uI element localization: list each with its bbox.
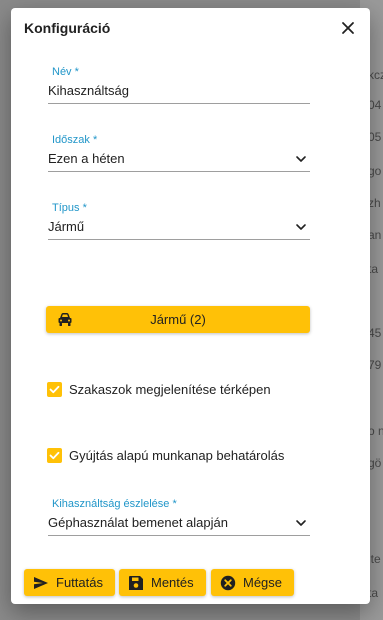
background-text: o n: [368, 424, 383, 438]
dialog-title: Konfiguráció: [24, 20, 111, 36]
checkbox-checked[interactable]: [47, 448, 62, 463]
background-text: 04: [368, 98, 382, 112]
type-underline: [48, 239, 310, 240]
name-underline: [48, 103, 310, 104]
period-value[interactable]: Ezen a héten: [48, 151, 288, 166]
background-text: 05: [368, 130, 382, 144]
detection-label: Kihasználtság észlelése *: [52, 498, 177, 510]
background-text: gö: [368, 456, 382, 470]
detection-underline: [48, 535, 310, 536]
run-button[interactable]: Futtatás: [24, 569, 115, 596]
show-sections-checkbox[interactable]: Szakaszok megjelenítése térképen: [47, 381, 347, 399]
cancel-icon: [220, 575, 236, 591]
save-icon: [129, 576, 143, 590]
background-text: go: [368, 164, 382, 178]
cancel-button-label: Mégse: [243, 575, 283, 590]
name-input[interactable]: Kihasználtság: [48, 83, 288, 98]
background-text: an: [368, 228, 382, 242]
ignition-workday-checkbox[interactable]: Gyújtás alapú munkanap behatárolás: [47, 447, 347, 465]
save-button-label: Mentés: [151, 575, 194, 590]
checkmark-icon: [49, 385, 60, 394]
save-button[interactable]: Mentés: [119, 569, 206, 596]
chevron-down-icon[interactable]: [295, 518, 307, 528]
vehicle-button-label: Jármű (2): [150, 312, 206, 327]
chevron-down-icon[interactable]: [295, 222, 307, 232]
send-icon: [34, 577, 48, 589]
period-underline: [48, 171, 310, 172]
period-label: Időszak *: [52, 134, 98, 146]
vehicle-select-button[interactable]: Jármű (2): [46, 306, 310, 333]
run-button-label: Futtatás: [56, 575, 103, 590]
configuration-dialog: Konfiguráció Név * Kihasználtság Időszak…: [11, 8, 370, 604]
type-label: Típus *: [52, 202, 87, 214]
close-icon: [342, 22, 354, 34]
show-sections-label: Szakaszok megjelenítése térképen: [69, 382, 271, 397]
cancel-button[interactable]: Mégse: [211, 569, 294, 596]
background-text: 45: [368, 326, 382, 340]
checkmark-icon: [49, 451, 60, 460]
type-value[interactable]: Jármű: [48, 219, 288, 234]
background-text: kcz: [368, 68, 383, 82]
background-text: 79: [368, 358, 382, 372]
chevron-down-icon[interactable]: [295, 154, 307, 164]
checkbox-checked[interactable]: [47, 382, 62, 397]
ignition-workday-label: Gyújtás alapú munkanap behatárolás: [69, 448, 285, 463]
detection-value[interactable]: Géphasználat bemenet alapján: [48, 515, 288, 530]
name-label: Név *: [52, 66, 79, 78]
close-button[interactable]: [337, 17, 359, 39]
